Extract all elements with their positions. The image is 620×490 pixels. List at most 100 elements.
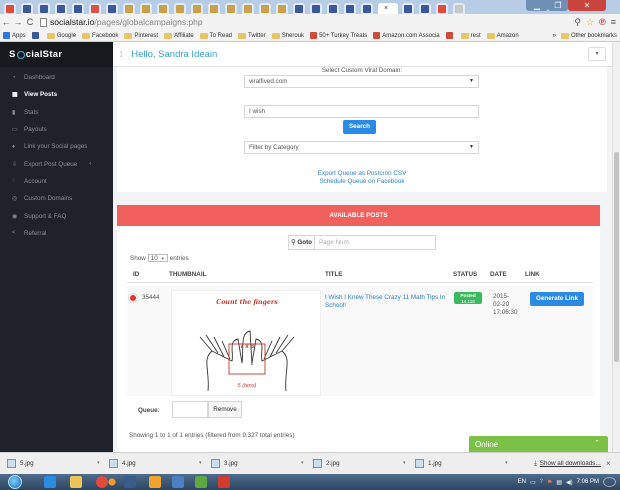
language-indicator[interactable]: EN	[518, 479, 526, 485]
page-number-input[interactable]: Page Num.	[314, 235, 436, 250]
row-indicator-icon[interactable]	[129, 294, 137, 302]
browser-tab[interactable]	[174, 3, 186, 14]
keyboard-icon[interactable]: ▭	[530, 479, 536, 486]
category-select[interactable]: Filter by Category ▼	[244, 141, 479, 154]
chevron-up-icon[interactable]: ⌃	[594, 439, 600, 447]
column-header-status[interactable]: STATUS	[453, 271, 477, 278]
bookmark-item[interactable]: rest	[460, 32, 481, 39]
restore-button[interactable]: ❐	[548, 0, 568, 11]
app-taskbar-icon-3[interactable]	[172, 476, 184, 488]
download-item[interactable]: 3.jpg ▾	[211, 457, 304, 470]
sidebar-item-support-faq[interactable]: ◉ Support & FAQ	[0, 207, 113, 224]
chevron-down-icon[interactable]: ▾	[505, 460, 508, 466]
flag-icon[interactable]: ⚑	[547, 479, 552, 486]
chevron-down-icon[interactable]: ▾	[301, 460, 304, 466]
domain-select[interactable]: viralfived.com ▼	[244, 75, 479, 88]
column-header-date[interactable]: DATE	[490, 271, 507, 278]
sidebar-item-view-posts[interactable]: ▦ View Posts	[0, 86, 113, 103]
show-desktop-icon[interactable]	[603, 477, 616, 487]
bookmark-item[interactable]: To Read	[199, 32, 232, 39]
browser-tab[interactable]	[453, 3, 465, 14]
sidebar-item-link-your-social-pages[interactable]: ♦ Link your Social pages	[0, 138, 113, 155]
browser-tab[interactable]	[436, 3, 448, 14]
forward-icon[interactable]: →	[12, 17, 24, 27]
browser-tab[interactable]	[38, 3, 50, 14]
goto-button[interactable]: ⚲ Goto	[288, 235, 314, 250]
bookmark-item[interactable]	[31, 32, 41, 39]
show-all-downloads[interactable]: ⤓ Show all downloads...	[534, 457, 601, 470]
browser-tab[interactable]: ×	[378, 3, 398, 14]
user-dropdown-button[interactable]: ▾	[588, 47, 606, 61]
help-icon[interactable]: ?	[540, 479, 543, 485]
bookmark-item[interactable]: Amazon.com Associa	[373, 32, 440, 39]
column-header-link[interactable]: LINK	[525, 271, 540, 278]
download-item[interactable]: 2.jpg ▾	[313, 457, 406, 470]
url-bar[interactable]: socialstar.io/pages/globalcampaigns.php	[40, 16, 574, 29]
browser-tab[interactable]	[4, 3, 16, 14]
app-taskbar-icon-2[interactable]	[149, 476, 161, 488]
bookmark-item[interactable]: Affiliate	[164, 32, 194, 39]
brand-logo[interactable]: ScialStar	[0, 42, 113, 67]
bookmark-item[interactable]	[445, 32, 455, 39]
column-header-title[interactable]: TITLE	[325, 271, 343, 278]
chevron-down-icon[interactable]: ▾	[403, 460, 406, 466]
sidebar-item-custom-domains[interactable]: ◎ Custom Domains	[0, 190, 113, 207]
bookmark-item[interactable]: 50+ Turkey Treats	[310, 32, 367, 39]
bookmark-item[interactable]: Sherouk	[271, 32, 304, 39]
browser-tab[interactable]	[157, 3, 169, 14]
browser-tab[interactable]	[106, 3, 118, 14]
remove-button[interactable]: Remove	[208, 401, 242, 418]
explorer-taskbar-icon[interactable]	[70, 476, 82, 488]
browser-tab[interactable]	[72, 3, 84, 14]
bookmark-item[interactable]: Amazon	[486, 32, 519, 39]
ie-taskbar-icon[interactable]	[44, 476, 56, 488]
sidebar-item-dashboard[interactable]: ◔ Dashboard	[0, 69, 113, 86]
download-item[interactable]: 1.jpg ▾	[415, 457, 508, 470]
chrome-taskbar-icon[interactable]	[96, 476, 108, 488]
browser-tab[interactable]	[55, 3, 67, 14]
generate-link-button[interactable]: Generate Link	[530, 292, 584, 306]
search-input[interactable]: I wish	[244, 105, 479, 118]
column-header-id[interactable]: ID	[133, 271, 139, 278]
firefox-taskbar-icon[interactable]	[108, 478, 116, 486]
browser-tab[interactable]	[276, 3, 288, 14]
chevron-down-icon[interactable]: ▾	[97, 460, 100, 466]
browser-tab[interactable]	[327, 3, 339, 14]
browser-tab[interactable]	[293, 3, 305, 14]
browser-tab[interactable]	[419, 3, 431, 14]
sidebar-item-account[interactable]: ◌ Account	[0, 173, 113, 190]
browser-tab[interactable]	[140, 3, 152, 14]
pinterest-extension-icon[interactable]: ℗	[599, 17, 606, 28]
entries-select[interactable]: 10 ▼	[147, 254, 168, 262]
column-header-thumbnail[interactable]: THUMBNAIL	[169, 271, 206, 278]
sidebar-item-stats[interactable]: ▮ Stats	[0, 104, 113, 121]
bookmark-item[interactable]: Google	[46, 32, 76, 39]
browser-tab[interactable]	[259, 3, 271, 14]
chevron-down-icon[interactable]: ▾	[199, 460, 202, 466]
browser-tab[interactable]	[310, 3, 322, 14]
back-icon[interactable]: ←	[0, 17, 12, 27]
menu-toggle-icon[interactable]: ⁞	[120, 50, 122, 59]
browser-menu-icon[interactable]: ≡	[611, 17, 616, 28]
bookmark-star-icon[interactable]: ☆	[586, 17, 594, 28]
browser-tab[interactable]	[208, 3, 220, 14]
queue-input[interactable]	[172, 401, 208, 418]
network-icon[interactable]: ▤	[556, 479, 562, 486]
minimize-button[interactable]: ▁	[526, 0, 548, 11]
sidebar-item-referral[interactable]: < Referral	[0, 225, 113, 242]
scrollbar-thumb[interactable]	[614, 152, 619, 362]
bookmark-item[interactable]: Pinterest	[124, 32, 158, 39]
schedule-queue-link[interactable]: Schedule Queue on Facebook	[277, 178, 447, 185]
browser-tab[interactable]	[123, 3, 135, 14]
bookmark-item[interactable]: Facebook	[82, 32, 118, 39]
browser-tab[interactable]	[402, 3, 414, 14]
more-bookmarks-icon[interactable]: »	[553, 33, 556, 39]
export-queue-link[interactable]: Export Queue as Postcron CSV	[277, 170, 447, 177]
browser-tab[interactable]	[89, 3, 101, 14]
browser-tab[interactable]	[344, 3, 356, 14]
post-title-link[interactable]: I Wish I Knew These Crazy 11 Math Tips I…	[325, 294, 451, 310]
post-thumbnail[interactable]: Count the fingers 7 x 8 5 (tens)	[171, 290, 321, 396]
page-scrollbar[interactable]	[612, 42, 620, 452]
clock[interactable]: 7:06 PM	[577, 479, 599, 485]
zoom-icon[interactable]: ⚲	[574, 17, 581, 28]
